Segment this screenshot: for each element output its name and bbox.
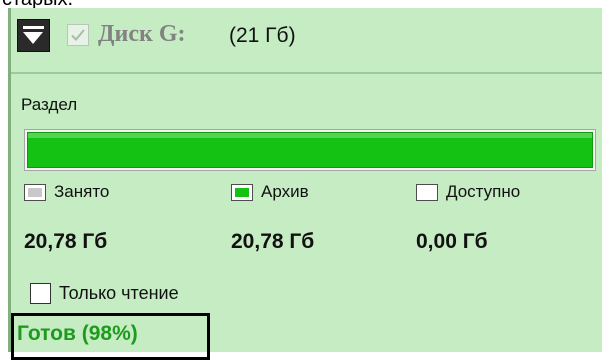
disk-select-checkbox[interactable]: [67, 24, 89, 46]
free-swatch-icon: [416, 184, 438, 201]
status-text: Готов (98%): [17, 322, 138, 345]
partition-usage-bar: [24, 129, 596, 171]
archive-value: 20,78 Гб: [231, 230, 315, 253]
legend-archive-label: Архив: [261, 182, 309, 201]
legend-free-label: Доступно: [446, 182, 521, 201]
disk-header: Диск G: (21 Гб): [11, 8, 602, 73]
used-value: 20,78 Гб: [24, 230, 108, 253]
disk-title: Диск G:: [98, 21, 186, 47]
checkmark-icon: [71, 29, 85, 41]
header-divider: [11, 72, 602, 74]
chevron-down-icon: [23, 32, 43, 44]
legend-used-label: Занято: [54, 182, 110, 201]
collapse-bar-icon: [23, 26, 44, 29]
partition-label: Раздел: [21, 95, 78, 114]
archive-swatch-icon: [231, 184, 253, 201]
disk-panel: Диск G: (21 Гб) Раздел Занято Архив Дост…: [8, 8, 602, 360]
disk-size: (21 Гб): [229, 24, 296, 47]
partition-usage-fill: [27, 132, 593, 168]
read-only-checkbox[interactable]: [30, 283, 51, 304]
status-highlight-box: Готов (98%): [11, 313, 210, 360]
used-swatch-icon: [24, 184, 46, 201]
collapse-toggle-button[interactable]: [17, 19, 50, 52]
free-value: 0,00 Гб: [416, 230, 488, 253]
read-only-label: Только чтение: [59, 283, 179, 303]
usage-fill-highlight: [28, 133, 592, 138]
